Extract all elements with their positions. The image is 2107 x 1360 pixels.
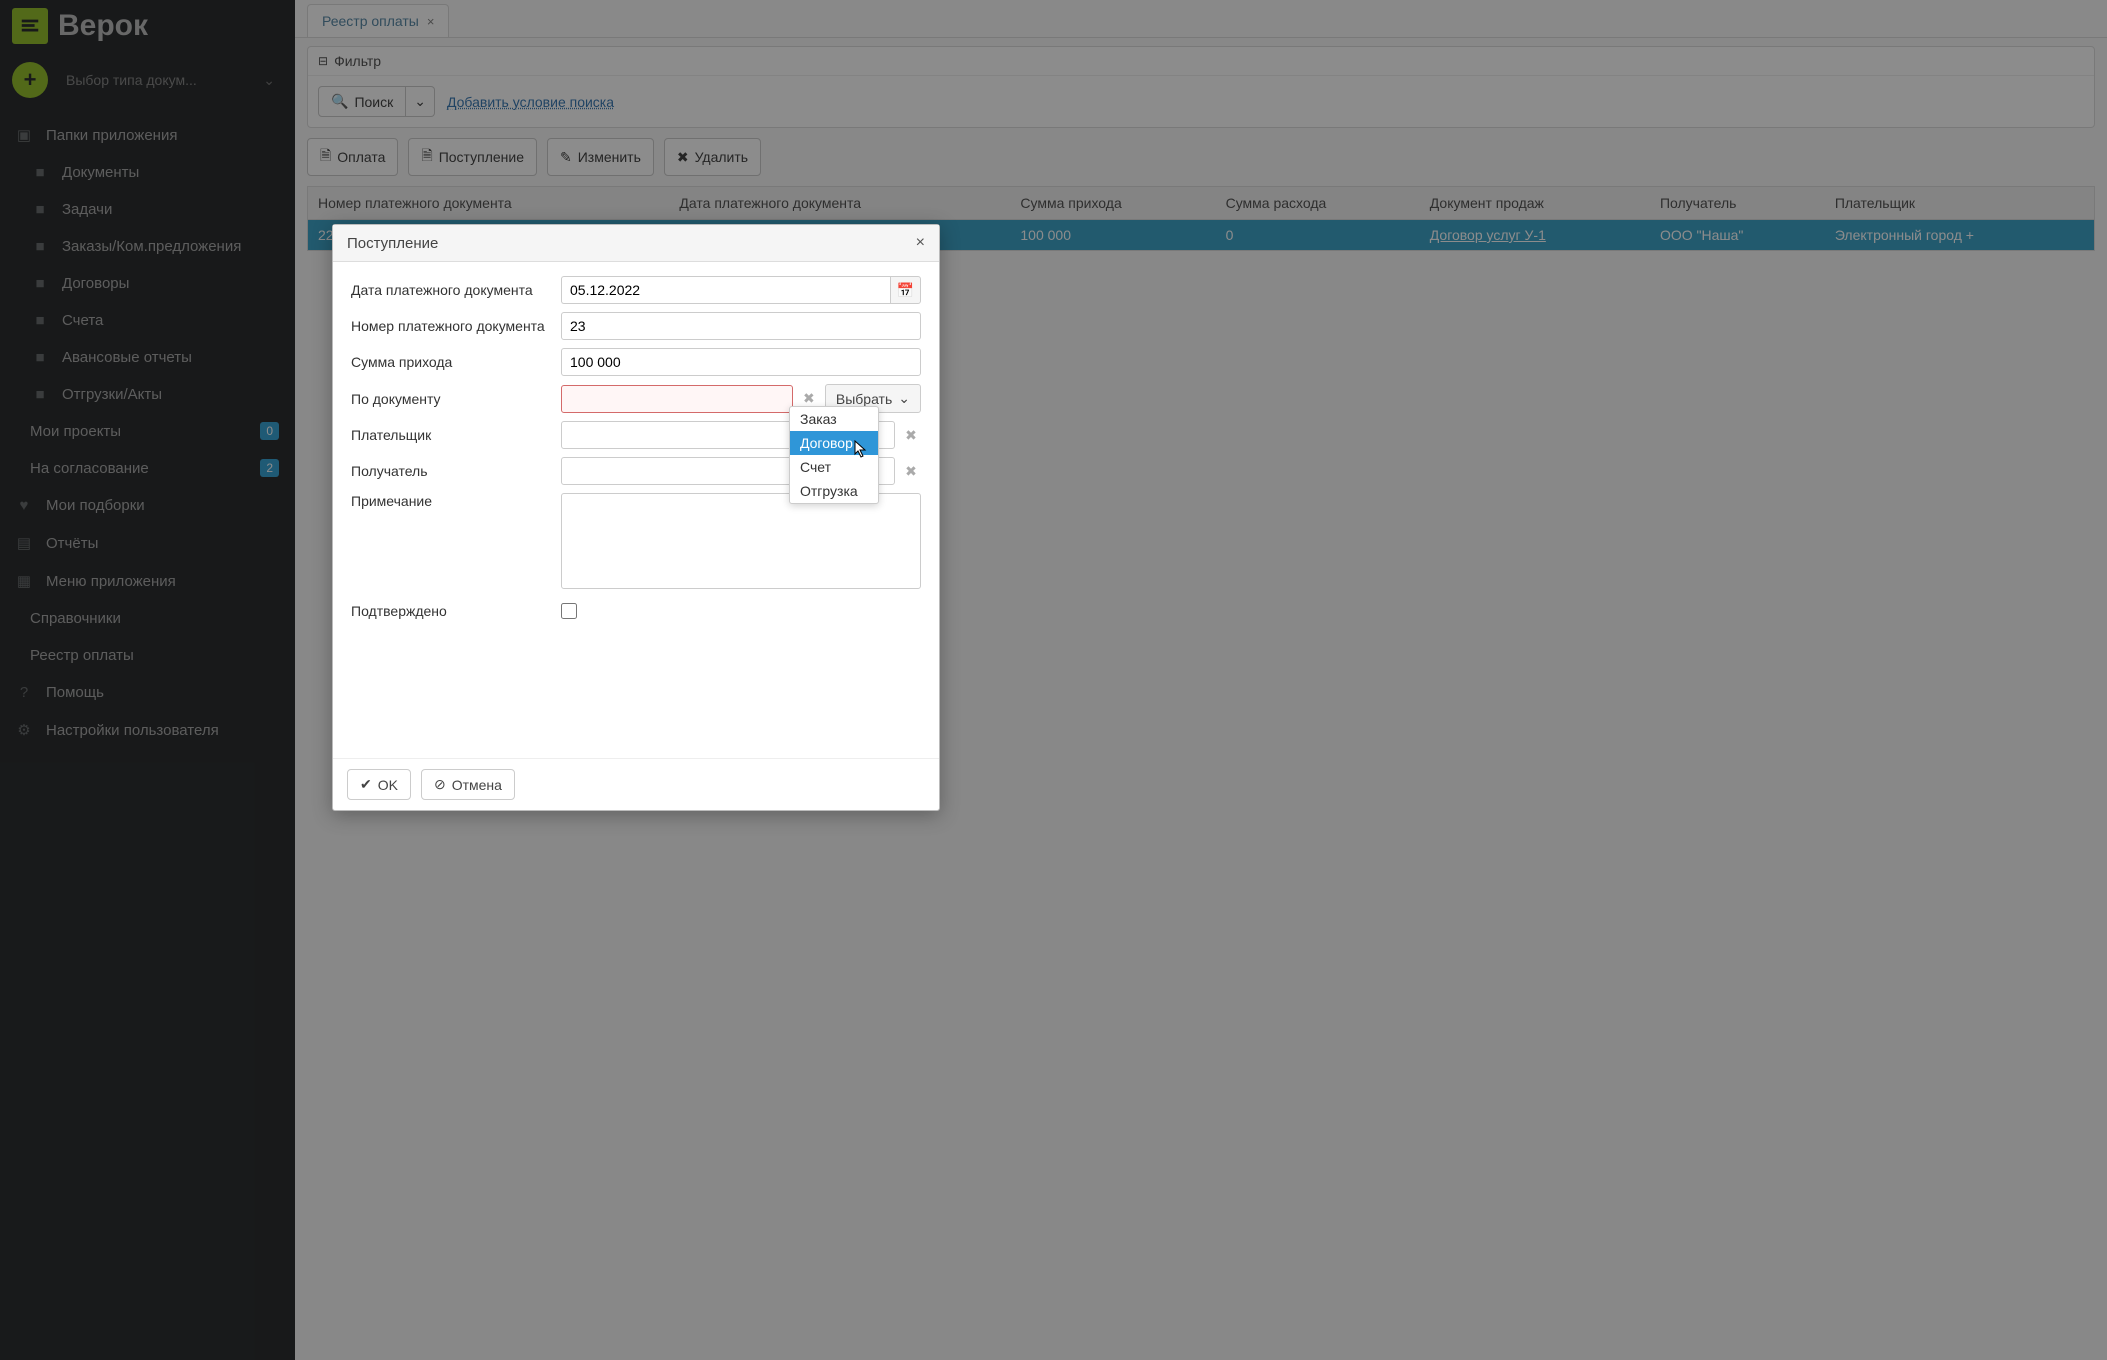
label-payer: Плательщик — [351, 427, 561, 443]
modal-overlay — [0, 0, 2107, 1360]
close-icon[interactable]: × — [916, 234, 925, 252]
label-recv: Получатель — [351, 463, 561, 479]
clear-icon[interactable]: ✖ — [901, 427, 921, 444]
chevron-down-icon: ⌄ — [898, 390, 910, 407]
label-num: Номер платежного документа — [351, 318, 561, 334]
check-icon: ✔ — [360, 776, 372, 793]
label-date: Дата платежного документа — [351, 282, 561, 298]
dropdown-option-shipment[interactable]: Отгрузка — [790, 479, 878, 503]
modal-footer: ✔ OK ⊘ Отмена — [333, 758, 939, 810]
select-button-label: Выбрать — [836, 391, 892, 407]
label-sum: Сумма прихода — [351, 354, 561, 370]
date-input[interactable] — [561, 276, 890, 304]
note-textarea[interactable] — [561, 493, 921, 589]
label-note: Примечание — [351, 493, 561, 509]
ok-label: OK — [378, 777, 398, 793]
cancel-label: Отмена — [452, 777, 502, 793]
cancel-icon: ⊘ — [434, 776, 446, 793]
clear-icon[interactable]: ✖ — [901, 463, 921, 480]
clear-icon[interactable]: ✖ — [799, 390, 819, 407]
cancel-button[interactable]: ⊘ Отмена — [421, 769, 515, 800]
dropdown-option-invoice[interactable]: Счет — [790, 455, 878, 479]
confirmed-checkbox[interactable] — [561, 603, 577, 619]
date-input-group: 📅 — [561, 276, 921, 304]
sum-input[interactable] — [561, 348, 921, 376]
bydoc-input[interactable] — [561, 385, 793, 413]
doc-type-dropdown: Заказ Договор Счет Отгрузка — [789, 406, 879, 504]
modal-title: Поступление — [347, 235, 438, 252]
num-input[interactable] — [561, 312, 921, 340]
label-bydoc: По документу — [351, 391, 561, 407]
receipt-modal: Поступление × Дата платежного документа … — [332, 224, 940, 811]
dropdown-option-order[interactable]: Заказ — [790, 407, 878, 431]
ok-button[interactable]: ✔ OK — [347, 769, 411, 800]
modal-header: Поступление × — [333, 225, 939, 262]
calendar-icon[interactable]: 📅 — [890, 276, 921, 304]
dropdown-option-contract[interactable]: Договор — [790, 431, 878, 455]
label-confirmed: Подтверждено — [351, 603, 561, 619]
